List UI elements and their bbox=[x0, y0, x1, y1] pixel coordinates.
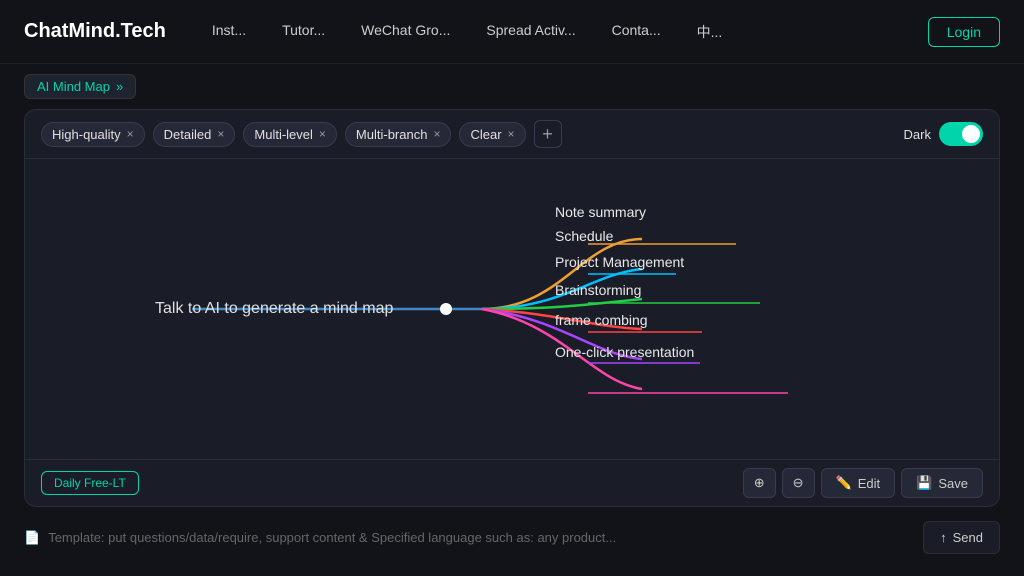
mindmap-area: Talk to AI to generate a mind map Note s… bbox=[25, 159, 999, 459]
free-badge: Daily Free-LT bbox=[41, 471, 139, 495]
template-icon: 📄 bbox=[24, 530, 40, 546]
branch-labels: Note summary Schedule Project Management… bbox=[555, 248, 694, 370]
bottom-bar: Daily Free-LT ⊕ ⊖ ✏️ Edit 💾 Save bbox=[25, 459, 999, 506]
dark-mode-label: Dark bbox=[904, 127, 931, 142]
mindmap-center-label: Talk to AI to generate a mind map bbox=[155, 300, 393, 318]
edit-icon: ✏️ bbox=[836, 475, 852, 491]
dark-mode-toggle[interactable]: Dark bbox=[904, 122, 983, 146]
header: ChatMind.Tech Inst... Tutor... WeChat Gr… bbox=[0, 0, 1024, 64]
tag-high-quality[interactable]: High-quality × bbox=[41, 122, 145, 147]
toggle-knob bbox=[962, 125, 980, 143]
breadcrumb-arrow: » bbox=[116, 79, 123, 94]
tag-multibranch-remove[interactable]: × bbox=[433, 127, 440, 141]
toggle-switch[interactable] bbox=[939, 122, 983, 146]
template-placeholder: Template: put questions/data/require, su… bbox=[48, 530, 616, 545]
tag-detailed[interactable]: Detailed × bbox=[153, 122, 236, 147]
add-tag-button[interactable]: + bbox=[534, 120, 562, 148]
breadcrumb-item[interactable]: AI Mind Map » bbox=[24, 74, 136, 99]
nav-item-contact[interactable]: Conta... bbox=[598, 16, 675, 48]
template-hint: 📄 Template: put questions/data/require, … bbox=[24, 530, 911, 546]
nav-item-chinese[interactable]: 中... bbox=[683, 16, 737, 48]
zoom-in-button[interactable]: ⊕ bbox=[743, 468, 776, 498]
bottom-input-area: 📄 Template: put questions/data/require, … bbox=[0, 507, 1024, 568]
tag-high-quality-remove[interactable]: × bbox=[127, 127, 134, 141]
nav-item-wechat[interactable]: WeChat Gro... bbox=[347, 16, 464, 48]
toolbar: High-quality × Detailed × Multi-level × … bbox=[25, 110, 999, 159]
save-button[interactable]: 💾 Save bbox=[901, 468, 983, 498]
send-button[interactable]: ↑ Send bbox=[923, 521, 1000, 554]
login-button[interactable]: Login bbox=[928, 17, 1000, 47]
save-icon: 💾 bbox=[916, 475, 932, 491]
branch-one-click: One-click presentation bbox=[555, 334, 694, 370]
main-card: High-quality × Detailed × Multi-level × … bbox=[24, 109, 1000, 507]
mindmap-center-dot bbox=[440, 303, 452, 315]
edit-button[interactable]: ✏️ Edit bbox=[821, 468, 896, 498]
zoom-in-icon: ⊕ bbox=[754, 475, 765, 491]
tag-multilevel-remove[interactable]: × bbox=[319, 127, 326, 141]
nav-item-spread[interactable]: Spread Activ... bbox=[472, 16, 589, 48]
branch-frame-combing: frame combing bbox=[555, 302, 694, 338]
breadcrumb: AI Mind Map » bbox=[0, 64, 1024, 109]
nav: Inst... Tutor... WeChat Gro... Spread Ac… bbox=[198, 16, 928, 48]
tag-clear-remove[interactable]: × bbox=[508, 127, 515, 141]
tag-detailed-remove[interactable]: × bbox=[217, 127, 224, 141]
send-icon: ↑ bbox=[940, 530, 947, 545]
logo: ChatMind.Tech bbox=[24, 20, 166, 43]
nav-item-install[interactable]: Inst... bbox=[198, 16, 260, 48]
tag-clear[interactable]: Clear × bbox=[459, 122, 525, 147]
breadcrumb-label: AI Mind Map bbox=[37, 79, 110, 94]
zoom-out-icon: ⊖ bbox=[793, 475, 804, 491]
tag-multi-branch[interactable]: Multi-branch × bbox=[345, 122, 452, 147]
send-label: Send bbox=[953, 530, 983, 545]
nav-item-tutorial[interactable]: Tutor... bbox=[268, 16, 339, 48]
zoom-out-button[interactable]: ⊖ bbox=[782, 468, 815, 498]
tag-multi-level[interactable]: Multi-level × bbox=[243, 122, 337, 147]
